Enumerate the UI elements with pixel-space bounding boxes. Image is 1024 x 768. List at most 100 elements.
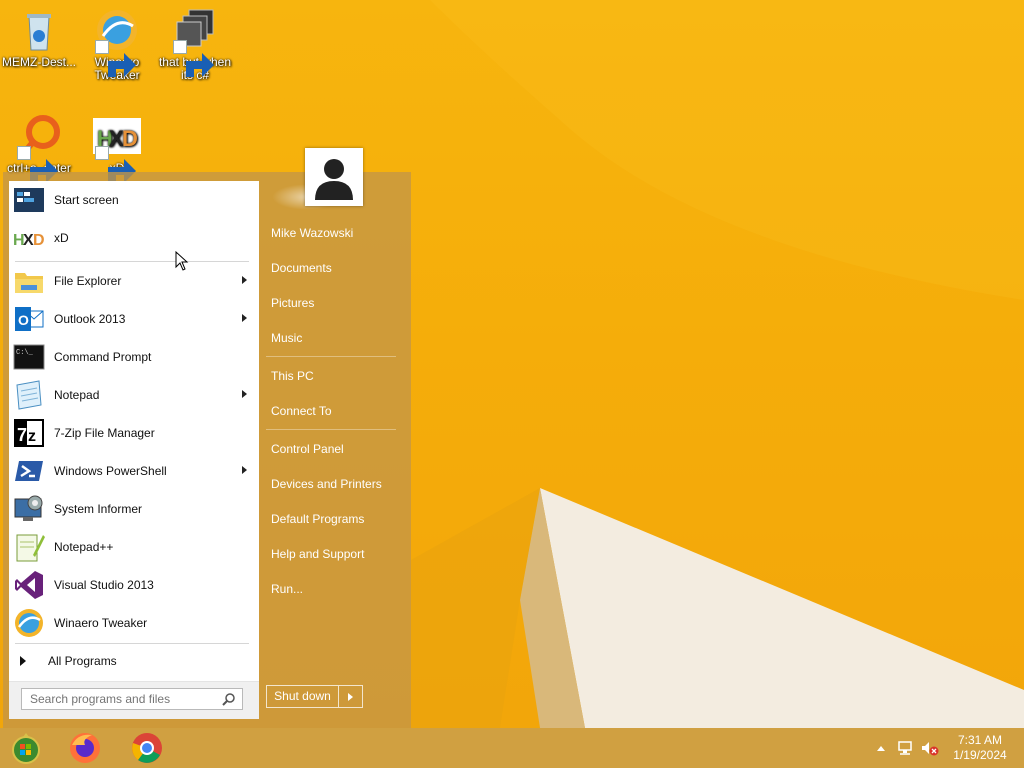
winaero-icon — [12, 607, 46, 639]
visual-studio-icon — [12, 569, 46, 601]
program-winaero-tweaker[interactable]: Winaero Tweaker — [9, 604, 259, 642]
desktop-icon-label: MEMZ-Dest... — [2, 55, 76, 69]
svg-text:7: 7 — [17, 425, 27, 445]
svg-text:O: O — [18, 312, 29, 328]
program-7zip[interactable]: 7z 7-Zip File Manager — [9, 414, 259, 452]
search-bar — [9, 681, 259, 719]
right-link-control-panel[interactable]: Control Panel — [271, 442, 344, 456]
cmd-icon: C:\_ — [12, 341, 46, 373]
system-informer-icon — [12, 493, 46, 525]
submenu-arrow-icon — [242, 390, 247, 398]
submenu-arrow-icon — [242, 466, 247, 474]
right-link-user[interactable]: Mike Wazowski — [271, 226, 353, 240]
program-label: Visual Studio 2013 — [54, 578, 154, 592]
outlook-icon: O — [12, 303, 46, 335]
program-label: Windows PowerShell — [54, 464, 167, 478]
7zip-icon: 7z — [12, 417, 46, 449]
search-input[interactable] — [22, 689, 212, 709]
user-icon — [307, 150, 361, 204]
powershell-icon — [12, 455, 46, 487]
expand-arrow-icon — [20, 656, 26, 666]
program-system-informer[interactable]: System Informer — [9, 490, 259, 528]
submenu-arrow-icon — [242, 314, 247, 322]
program-command-prompt[interactable]: C:\_ Command Prompt — [9, 338, 259, 376]
volume-muted-icon[interactable] — [920, 740, 940, 756]
divider — [266, 429, 396, 430]
desktop-icon-ctrl-a[interactable]: ctrl+a, enter — [0, 112, 78, 183]
winaero-icon — [93, 6, 141, 77]
desktop-icon-xd[interactable]: HXD xD — [78, 112, 156, 183]
desktop-icon-memz[interactable]: MEMZ-Dest... — [0, 6, 78, 69]
program-xd[interactable]: HXD xD — [9, 219, 259, 257]
program-label: System Informer — [54, 502, 143, 516]
taskbar-chrome[interactable] — [127, 730, 167, 766]
divider — [266, 356, 396, 357]
start-orb-icon — [12, 733, 40, 764]
shutdown-button[interactable]: Shut down — [267, 686, 339, 707]
program-label: Outlook 2013 — [54, 312, 126, 326]
hxd-icon: HXD — [12, 222, 46, 254]
program-label: Notepad++ — [54, 540, 114, 554]
desktop-icon-winaero[interactable]: Winaero Tweaker — [78, 6, 156, 82]
taskbar-firefox[interactable] — [65, 730, 105, 766]
submenu-arrow-icon — [242, 276, 247, 284]
program-label: 7-Zip File Manager — [54, 426, 155, 440]
shortcut-arrow-icon — [95, 146, 136, 183]
right-link-music[interactable]: Music — [271, 331, 302, 345]
search-icon[interactable] — [222, 692, 236, 706]
clock-date: 1/19/2024 — [953, 748, 1007, 762]
svg-text:z: z — [28, 428, 36, 445]
desktop-icon-that-but-when[interactable]: that but when its c# — [156, 6, 234, 82]
svg-text:C:\_: C:\_ — [16, 349, 34, 357]
show-hidden-icons-icon[interactable] — [876, 744, 886, 752]
network-icon[interactable] — [897, 740, 915, 756]
firefox-icon — [70, 733, 100, 763]
program-start-screen[interactable]: Start screen — [9, 181, 259, 219]
search-ring-icon — [15, 112, 63, 183]
right-link-connect-to[interactable]: Connect To — [271, 404, 332, 418]
taskbar — [0, 728, 1024, 768]
hxd-icon: HXD — [93, 112, 141, 183]
right-link-default-programs[interactable]: Default Programs — [271, 512, 364, 526]
svg-text:D: D — [33, 232, 45, 249]
program-outlook[interactable]: O Outlook 2013 — [9, 300, 259, 338]
program-visual-studio[interactable]: Visual Studio 2013 — [9, 566, 259, 604]
program-notepadpp[interactable]: Notepad++ — [9, 528, 259, 566]
shortcut-arrow-icon — [95, 40, 136, 77]
notepadpp-icon — [12, 531, 46, 563]
all-programs-button[interactable]: All Programs — [9, 647, 259, 675]
right-link-pictures[interactable]: Pictures — [271, 296, 314, 310]
shortcut-arrow-icon — [173, 40, 214, 77]
start-screen-icon — [12, 184, 46, 216]
program-label: Notepad — [54, 388, 100, 402]
divider — [15, 643, 249, 644]
start-button[interactable] — [6, 730, 46, 766]
program-label: Winaero Tweaker — [54, 616, 148, 630]
program-powershell[interactable]: Windows PowerShell — [9, 452, 259, 490]
program-label: File Explorer — [54, 274, 122, 288]
program-label: Command Prompt — [54, 350, 152, 364]
right-link-devices-printers[interactable]: Devices and Printers — [271, 477, 382, 491]
windows-stack-icon — [171, 6, 219, 77]
right-link-help-support[interactable]: Help and Support — [271, 547, 364, 561]
right-link-this-pc[interactable]: This PC — [271, 369, 314, 383]
all-programs-label: All Programs — [48, 654, 117, 668]
program-notepad[interactable]: Notepad — [9, 376, 259, 414]
user-avatar[interactable] — [305, 148, 363, 206]
search-box[interactable] — [21, 688, 243, 710]
shutdown-options-button[interactable] — [339, 692, 362, 701]
chrome-icon — [132, 733, 162, 763]
folder-icon — [12, 265, 46, 297]
right-link-run[interactable]: Run... — [271, 582, 303, 596]
right-link-documents[interactable]: Documents — [271, 261, 332, 275]
mouse-cursor-icon — [175, 251, 189, 271]
shortcut-arrow-icon — [17, 146, 58, 183]
start-menu: Start screen HXD xD File Explorer O Outl… — [3, 172, 411, 728]
recycle-bin-icon — [15, 6, 63, 54]
chevron-right-icon — [348, 692, 353, 701]
clock-time: 7:31 AM — [957, 733, 1003, 747]
program-file-explorer[interactable]: File Explorer — [9, 262, 259, 300]
taskbar-clock[interactable]: 7:31 AM 1/19/2024 — [948, 733, 1012, 763]
program-label: Start screen — [54, 193, 119, 207]
program-label: xD — [54, 231, 69, 245]
